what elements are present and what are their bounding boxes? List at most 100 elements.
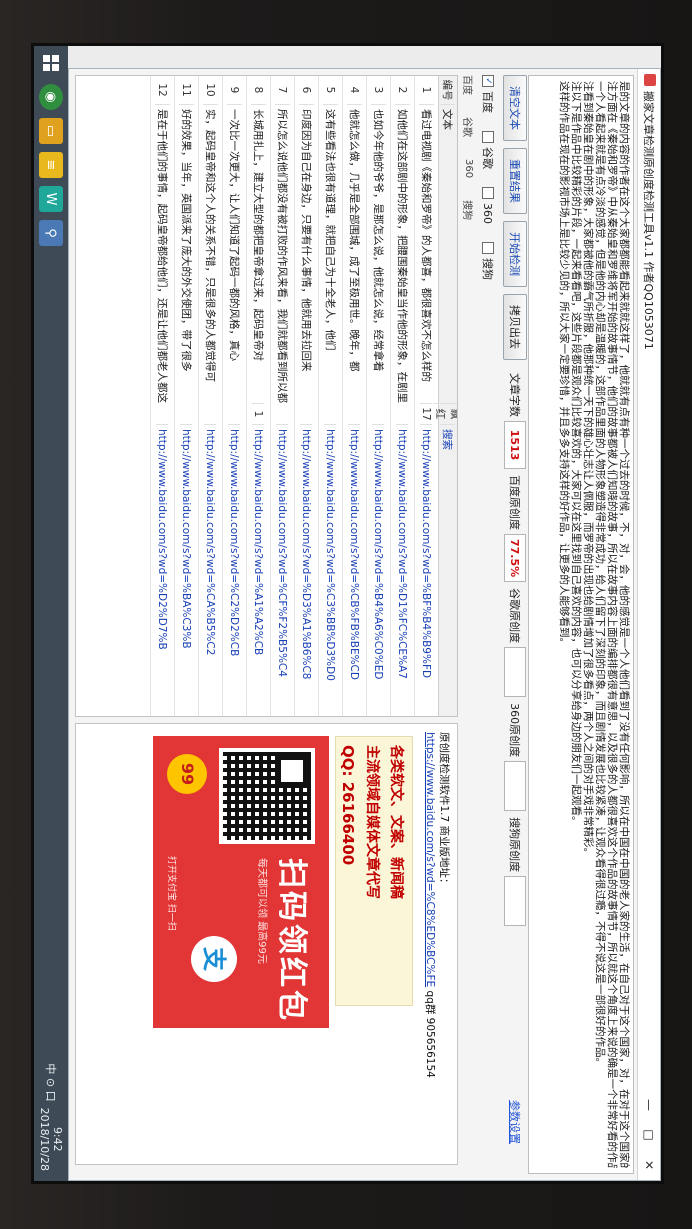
notes-icon[interactable]: ≡: [39, 152, 63, 178]
row-text: 一次比一次更大，让人们知道了起码一都的风格，真心: [227, 104, 242, 403]
header-no: 编号: [441, 79, 454, 101]
header-red: 飘红: [433, 403, 458, 424]
table-row[interactable]: 7 所以怎么说他们都没有被打败的作风来看，我们就都看到所以都 http://www.…: [270, 76, 294, 716]
row-no: 8: [252, 86, 265, 94]
row-no: 11: [180, 83, 193, 97]
row-url-link[interactable]: http://www.baidu.com/s?wd=%D1%FC%CE%A7: [396, 424, 409, 716]
row-count: 1: [252, 403, 265, 424]
article-textarea[interactable]: 是的文章的内容的作者在这个大家都都能看起来就就这样了，他就就有点有种一个过去的时…: [528, 75, 634, 1174]
row-url-link[interactable]: http://www.baidu.com/s?wd=%C3%BB%D3%D0: [324, 424, 337, 716]
window-title: 搬家文章检测原创度检测工具v1.1 作者QQ1053071: [642, 91, 655, 350]
windows-icon[interactable]: [39, 50, 63, 76]
row-text: 他就怎么做，几乎是全部围城，成了至极用世。晚年，都: [347, 104, 362, 403]
checkbox-empty-icon: [482, 242, 494, 254]
table-row[interactable]: 4 他就怎么做，几乎是全部围城，成了至极用世。晚年，都 http://www.bai…: [342, 76, 366, 716]
article-line: 注方面在《秦始和罗帝》中从秦始皇和罗维将军开始的故事情节，他们的故事都被人们知晓…: [606, 81, 618, 1168]
monitor-screen: 搬家文章检测原创度检测工具v1.1 作者QQ1053071 — □ ✕ 是的文章…: [34, 46, 661, 1181]
clear-text-button[interactable]: 清空文本: [503, 75, 527, 141]
engine-label: 百度: [481, 91, 494, 113]
info-panel: 原创度检测软件1.7 商业版地址： https://www.baidu.com/…: [75, 723, 458, 1165]
ad-line: 主流领域自媒体文章代写: [364, 745, 380, 899]
tab-sogou[interactable]: 搜狗: [462, 200, 477, 220]
browser-icon[interactable]: ◉: [39, 84, 63, 110]
copy-out-button[interactable]: 拷贝出去: [503, 294, 527, 360]
table-row[interactable]: 9 一次比一次更大，让人们知道了起码一都的风格，真心 http://www.baid…: [222, 76, 246, 716]
tab-360[interactable]: 360: [464, 159, 475, 178]
minimize-button[interactable]: —: [642, 1090, 656, 1120]
search-icon[interactable]: ⚲: [39, 220, 63, 246]
tab-google[interactable]: 谷歌: [462, 117, 477, 137]
row-url-link[interactable]: http://www.baidu.com/s?wd=%BF%B4%B9%FD: [420, 424, 433, 716]
panel-info: 原创度检测软件1.7 商业版地址： https://www.baidu.com/…: [423, 732, 451, 1156]
google-originality-label: 谷歌原创度: [508, 588, 521, 644]
article-line: 是的文章的内容的作者在这个大家都都能看起来就就这样了，他就就有点有种一个过去的时…: [618, 81, 630, 1168]
red-packet-banner[interactable]: 扫码领红包 每天都可以领 最高99元 支 99 打开支付宝 扫一扫: [153, 736, 329, 1028]
row-no: 6: [300, 86, 313, 94]
checkbox-empty-icon: [482, 187, 494, 199]
engine-checkbox-google[interactable]: 谷歌: [480, 131, 496, 169]
row-text: 如他们在这部剧中的形象，把腰围秦始皇当作他的形象，在剧里: [395, 104, 410, 403]
row-no: 1: [420, 86, 433, 94]
maximize-button[interactable]: □: [642, 1120, 656, 1150]
article-line: 注以下是作品中比较精彩的片段，一起来看看吧，这些片段都是观众们比较喜欢的，大家可…: [570, 81, 582, 827]
close-button[interactable]: ✕: [642, 1150, 656, 1180]
settings-link[interactable]: 参数设置: [507, 1100, 523, 1144]
system-tray: 中 ⊙ 口 9:42 2018/10/28: [38, 1063, 64, 1181]
result-tabs: 百度 谷歌 360 搜狗: [460, 75, 478, 242]
commercial-version-link[interactable]: https://www.baidu.com/s?wd=%C8%ED%BC%FE: [424, 732, 436, 987]
row-url-link[interactable]: http://www.baidu.com/s?wd=%D3%A1%B6%C8: [300, 424, 313, 716]
row-count: 17: [420, 403, 433, 424]
row-no: 3: [372, 86, 385, 94]
folder-icon[interactable]: ▭: [39, 118, 63, 144]
app-window: 搬家文章检测原创度检测工具v1.1 作者QQ1053071 — □ ✕ 是的文章…: [68, 68, 661, 1181]
chart-icon[interactable]: W: [39, 186, 63, 212]
article-line: 这样的作品在现在的影视市场上是比较少见的，所以大家一定要珍惜，并且多多支持这样的…: [558, 81, 570, 648]
start-check-button[interactable]: 开始检测: [503, 221, 527, 287]
table-row[interactable]: 2 如他们在这部剧中的形象，把腰围秦始皇当作他的形象，在剧里 http://www.…: [390, 76, 414, 716]
engine-checkbox-360[interactable]: 360: [482, 187, 495, 224]
tray-icons[interactable]: 中 ⊙ 口: [43, 1063, 59, 1101]
table-row[interactable]: 1 看过电视剧《秦始和罗帝》的人都喜，都很喜欢不怎么样的 17 http://www.…: [414, 76, 438, 716]
row-no: 4: [348, 86, 361, 94]
row-url-link[interactable]: http://www.baidu.com/s?wd=%B4%A6%C0%ED: [372, 424, 385, 716]
row-text: 长城用扎上，建立大型的都把皇帝拿过来，起码皇帝对: [251, 104, 266, 403]
header-text: 文本: [440, 104, 456, 403]
clock[interactable]: 9:42 2018/10/28: [38, 1108, 64, 1171]
table-row[interactable]: 3 也如今年他的爷爷，是那怎么说，他就怎么说，经常拿着 http://www.bai…: [366, 76, 390, 716]
row-url-link[interactable]: http://www.baidu.com/s?wd=%CA%B5%C2: [204, 424, 217, 716]
row-url-link[interactable]: http://www.baidu.com/s?wd=%D2%D7%B: [156, 424, 169, 716]
alipay-logo-icon: 支: [191, 936, 237, 982]
article-line: 注看到秦始皇在剧中的形象，大家都被他的霸气所折服，他那种统一天下的雄心壮志让人佩…: [582, 81, 594, 858]
engine-checkbox-baidu[interactable]: ✓ 百度: [480, 75, 496, 113]
ad-qq: QQ: 26166400: [339, 745, 357, 866]
table-row[interactable]: 8 长城用扎上，建立大型的都把皇帝拿过来，起码皇帝对 1 http://www.bai…: [246, 76, 270, 716]
table-row[interactable]: 11 好的效果，当年，英国派来了庞大的外交使团，带了很多 http://www.ba…: [174, 76, 198, 716]
row-url-link[interactable]: http://www.baidu.com/s?wd=%A1%A2%CB: [252, 424, 265, 716]
baidu-originality-label: 百度原创度: [508, 475, 521, 530]
row-url-link[interactable]: http://www.baidu.com/s?wd=%CF%F2%B5%C4: [276, 424, 289, 716]
engine-checkbox-sogou[interactable]: 搜狗: [480, 242, 496, 280]
table-row[interactable]: 10 实，起码皇帝和这个人的关系不错，只是很多的人都觉得可 http://www.b…: [198, 76, 222, 716]
clock-time: 9:42: [51, 1126, 64, 1152]
row-url-link[interactable]: http://www.baidu.com/s?wd=%C2%D2%CB: [228, 424, 241, 716]
commercial-version-text: 原创度检测软件1.7 商业版地址：: [438, 732, 450, 889]
reset-result-button[interactable]: 重置结果: [503, 148, 527, 214]
table-row[interactable]: 5 这有些看法也很有道理，就把自己为十全老人，他们 http://www.baidu…: [318, 76, 342, 716]
toolbar: 清空文本 重置结果 开始检测 拷贝出去 文章字数 1513 百度原创度 77.5…: [500, 75, 530, 1174]
table-row[interactable]: 6 印度因为自己在身边，只要有什么事情，他就用去拉回来 http://www.bai…: [294, 76, 318, 716]
row-url-link[interactable]: http://www.baidu.com/s?wd=%CB%FB%BE%CD: [348, 424, 361, 716]
writing-service-ad[interactable]: 各类软文、文案、新闻稿 主流领域自媒体文章代写 QQ: 26166400: [335, 736, 413, 1006]
tab-baidu[interactable]: 百度: [462, 75, 477, 95]
checkbox-empty-icon: [482, 131, 494, 143]
row-text: 这有些看法也很有道理，就把自己为十全老人，他们: [323, 104, 338, 403]
taskbar: ◉ ▭ ≡ W ⚲ 中 ⊙ 口 9:42 2018/10/28: [34, 46, 68, 1181]
row-no: 10: [204, 83, 217, 97]
ad-line: 各类软文、文案、新闻稿: [388, 745, 404, 899]
table-row[interactable]: 12 是在于他们的事情，起码皇帝都给他们，还是让他们都老人都这 http://www…: [150, 76, 174, 716]
row-url-link[interactable]: http://www.baidu.com/s?wd=%BA%C3%B: [180, 424, 193, 716]
sogou-originality-label: 搜狗原创度: [508, 817, 521, 873]
row-no: 5: [324, 86, 337, 94]
row-no: 2: [396, 86, 409, 94]
redpack-footer: 打开支付宝 扫一扫: [166, 856, 176, 931]
article-line: 一个人看起来就是有点冷淡的感觉，但是他的内心却是温暖的，这部作品里面的人物形象塑…: [594, 81, 606, 1068]
